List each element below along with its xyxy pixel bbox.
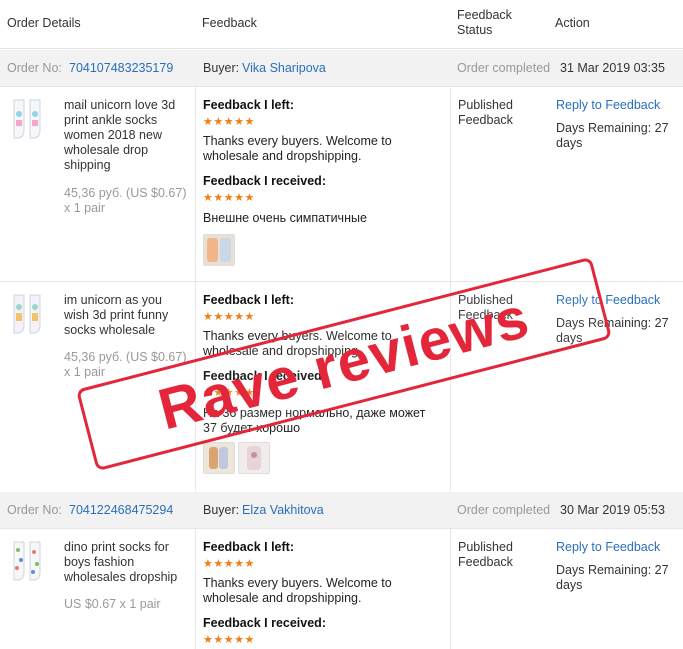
header-feedback-status-line2: Status bbox=[457, 23, 493, 37]
quantity-line: x 1 pair bbox=[64, 201, 105, 215]
header-feedback-status-line1: Feedback bbox=[457, 8, 512, 22]
header-action: Action bbox=[555, 16, 590, 30]
header-feedback: Feedback bbox=[202, 16, 257, 30]
feedback-text-line: wholesale and dropshipping. bbox=[203, 149, 362, 163]
product-thumbnail[interactable] bbox=[10, 98, 48, 142]
feedback-text-line: Внешне очень симпатичные bbox=[203, 211, 367, 225]
feedback-left-label: Feedback I left: bbox=[203, 293, 294, 307]
product-thumbnail[interactable] bbox=[10, 293, 48, 337]
column-divider bbox=[450, 87, 451, 491]
status-line: Feedback bbox=[458, 113, 513, 127]
feedback-received-stars: ★★★★★ bbox=[203, 192, 255, 204]
feedback-left-text: Thanks every buyers. Welcome to wholesal… bbox=[203, 576, 439, 606]
days-line: days bbox=[556, 578, 583, 592]
product-title-line: boys fashion bbox=[64, 555, 135, 569]
feedback-text-line: Thanks every buyers. Welcome to bbox=[203, 576, 392, 590]
order-no-link[interactable]: 704107483235179 bbox=[69, 61, 173, 76]
reply-to-feedback-link[interactable]: Reply to Feedback bbox=[556, 98, 660, 113]
feedback-text-line: Thanks every buyers. Welcome to bbox=[203, 134, 392, 148]
feedback-left-stars: ★★★★★ bbox=[203, 558, 255, 570]
feedback-left-text: Thanks every buyers. Welcome to wholesal… bbox=[203, 134, 439, 164]
feedback-received-stars: ★★★★★ bbox=[203, 634, 255, 646]
order-no-label: Order No: bbox=[7, 61, 62, 75]
order-status: Order completed bbox=[457, 503, 551, 517]
reply-to-feedback-link[interactable]: Reply to Feedback bbox=[556, 540, 660, 555]
product-title-line: mail unicorn love 3d bbox=[64, 98, 176, 112]
feedback-photo[interactable] bbox=[203, 442, 235, 474]
days-remaining: Days Remaining: 27 days bbox=[556, 563, 678, 593]
product-price: 45,36 руб. (US $0.67) x 1 pair bbox=[64, 186, 187, 216]
feedback-text-line: wholesale and dropshipping. bbox=[203, 591, 362, 605]
buyer-label: Buyer: bbox=[203, 61, 240, 75]
product-price: US $0.67 x 1 pair bbox=[64, 597, 161, 612]
product-title-line: wish 3d print funny bbox=[64, 308, 169, 322]
buyer-link[interactable]: Elza Vakhitova bbox=[242, 503, 324, 518]
product-title-line: print ankle socks bbox=[64, 113, 158, 127]
buyer-link[interactable]: Vika Sharipova bbox=[242, 61, 326, 76]
days-line: days bbox=[556, 136, 583, 150]
order-no-link[interactable]: 704122468475294 bbox=[69, 503, 173, 518]
product-title-line: women 2018 new bbox=[64, 128, 162, 142]
days-remaining: Days Remaining: 27 days bbox=[556, 121, 678, 151]
status-line: Published bbox=[458, 98, 513, 112]
feedback-received-label: Feedback I received: bbox=[203, 174, 326, 188]
feedback-status: Published Feedback bbox=[458, 540, 513, 570]
feedback-left-label: Feedback I left: bbox=[203, 540, 294, 554]
product-title[interactable]: dino print socks for boys fashion wholes… bbox=[64, 540, 177, 585]
product-title-line: socks wholesale bbox=[64, 323, 156, 337]
table-header: Order Details Feedback Feedback Status A… bbox=[0, 0, 683, 49]
order-date: 31 Mar 2019 03:35 bbox=[560, 61, 665, 75]
price-line: 45,36 руб. (US $0.67) bbox=[64, 350, 187, 364]
product-title-line: wholesale drop bbox=[64, 143, 149, 157]
days-line: Days Remaining: 27 bbox=[556, 121, 669, 135]
product-thumbnail[interactable] bbox=[10, 540, 48, 584]
feedback-received-text: Внешне очень симпатичные bbox=[203, 211, 439, 226]
order-status: Order completed bbox=[457, 61, 551, 75]
order-date: 30 Mar 2019 05:53 bbox=[560, 503, 665, 517]
product-title-line: im unicorn as you bbox=[64, 293, 162, 307]
price-line: 45,36 руб. (US $0.67) bbox=[64, 186, 187, 200]
header-order-details: Order Details bbox=[7, 16, 81, 30]
price-line: US $0.67 x 1 pair bbox=[64, 597, 161, 611]
product-title[interactable]: im unicorn as you wish 3d print funny so… bbox=[64, 293, 168, 338]
feedback-left-label: Feedback I left: bbox=[203, 98, 294, 112]
column-divider bbox=[195, 528, 196, 649]
feedback-photo[interactable] bbox=[238, 442, 270, 474]
days-line: Days Remaining: 27 bbox=[556, 563, 669, 577]
feedback-status: Published Feedback bbox=[458, 98, 513, 128]
status-line: Published bbox=[458, 540, 513, 554]
feedback-left-stars: ★★★★★ bbox=[203, 311, 255, 323]
status-line: Feedback bbox=[458, 555, 513, 569]
column-divider bbox=[450, 528, 451, 649]
buyer-label: Buyer: bbox=[203, 503, 240, 517]
product-title-line: wholesales dropship bbox=[64, 570, 178, 584]
product-title[interactable]: mail unicorn love 3d print ankle socks w… bbox=[64, 98, 175, 173]
product-title-line: dino print socks for bbox=[64, 540, 169, 554]
order-bar: Order No: 704107483235179 Buyer: Vika Sh… bbox=[0, 50, 683, 87]
product-title-line: shipping bbox=[64, 158, 111, 172]
feedback-left-stars: ★★★★★ bbox=[203, 116, 255, 128]
feedback-received-label: Feedback I received: bbox=[203, 616, 326, 630]
order-bar: Order No: 704122468475294 Buyer: Elza Va… bbox=[0, 492, 683, 529]
order-no-label: Order No: bbox=[7, 503, 62, 517]
feedback-photo[interactable] bbox=[203, 234, 235, 266]
